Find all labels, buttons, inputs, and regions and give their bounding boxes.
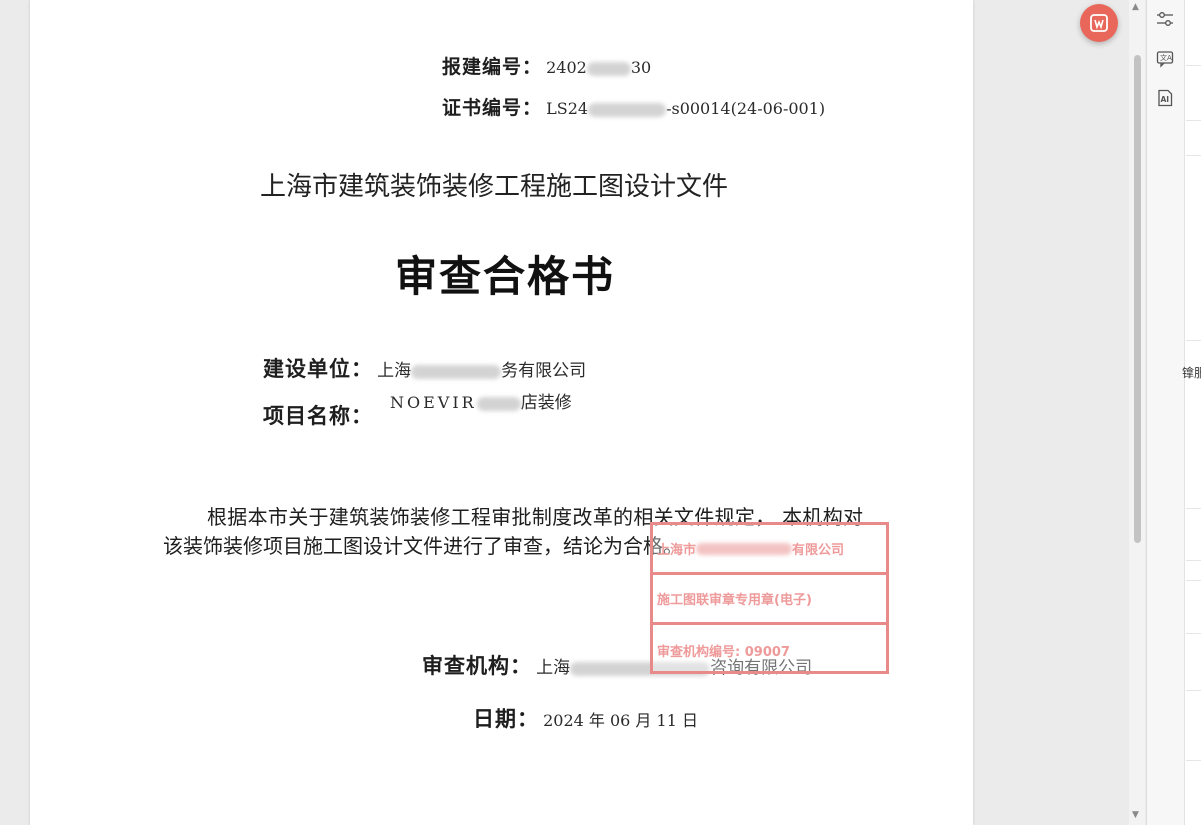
svg-text:文A: 文A bbox=[1160, 53, 1172, 62]
adjacent-pane-edge bbox=[1184, 0, 1201, 825]
builder-label: 建设单位 bbox=[263, 357, 351, 381]
divider bbox=[1186, 560, 1201, 561]
builder-value-end: 务有限公司 bbox=[501, 361, 587, 381]
date-label: 日期 bbox=[473, 707, 517, 731]
divider bbox=[1186, 690, 1201, 691]
cert-number-row: 证书编号： LS24 -s00014(24-06-001) bbox=[442, 93, 825, 120]
document-convert-icon bbox=[1090, 14, 1108, 32]
cert-number-start: LS24 bbox=[546, 99, 589, 118]
stamp-agency-number: 审查机构编号: 09007 bbox=[657, 644, 790, 660]
document-page: 报建编号： 2402 30 证书编号： LS24 -s00014(24-06-001… bbox=[30, 0, 973, 825]
floating-tool-button[interactable] bbox=[1080, 4, 1118, 42]
project-value-end: 店装修 bbox=[520, 393, 572, 413]
stamp-agency-name: 上海市 有限公司 bbox=[653, 525, 886, 575]
redaction-blur bbox=[476, 396, 521, 411]
edge-pane-text: 镎服 bbox=[1182, 366, 1201, 380]
colon: ： bbox=[522, 56, 542, 78]
settings-sliders-icon bbox=[1157, 12, 1173, 26]
divider bbox=[1186, 120, 1201, 121]
divider bbox=[1186, 580, 1201, 581]
divider bbox=[1186, 340, 1201, 341]
redaction-blur bbox=[411, 364, 502, 379]
project-label: 项目名称 bbox=[263, 404, 351, 428]
date-row: 日期： 2024 年 06 月 11 日 bbox=[473, 703, 698, 733]
redaction-blur bbox=[588, 102, 667, 117]
colon: ： bbox=[517, 707, 538, 731]
colon: ： bbox=[510, 654, 531, 678]
colon: ： bbox=[351, 404, 373, 428]
date-value: 2024 年 06 月 11 日 bbox=[543, 711, 698, 730]
svg-text:AI: AI bbox=[1161, 95, 1170, 104]
project-label-row: 项目名称： bbox=[263, 400, 373, 430]
permit-number-end: 30 bbox=[630, 58, 652, 77]
colon: ： bbox=[351, 357, 372, 381]
scroll-down-arrow[interactable]: ▼ bbox=[1132, 810, 1139, 820]
divider bbox=[1186, 633, 1201, 634]
permit-number-start: 2402 bbox=[546, 58, 587, 77]
redaction-blur bbox=[586, 61, 631, 76]
translate-button[interactable]: 文A bbox=[1154, 48, 1176, 70]
ai-icon: AI bbox=[1158, 89, 1173, 107]
stamp-seal-type: 施工图联审章专用章(电子) bbox=[653, 575, 886, 625]
scrollbar-thumb[interactable] bbox=[1134, 55, 1141, 543]
scroll-up-arrow[interactable]: ▲ bbox=[1132, 2, 1139, 12]
document-subtitle: 上海市建筑装饰装修工程施工图设计文件 bbox=[260, 172, 729, 202]
builder-row: 建设单位： 上海 务有限公司 bbox=[263, 353, 586, 383]
electronic-review-stamp: 上海市 有限公司 施工图联审章专用章(电子) 审查机构编号: 09007 bbox=[650, 522, 889, 674]
divider bbox=[1186, 508, 1201, 509]
right-tool-panel bbox=[1146, 0, 1185, 825]
permit-number-row: 报建编号： 2402 30 bbox=[442, 52, 651, 79]
builder-value-start: 上海 bbox=[377, 361, 412, 381]
ai-assistant-button[interactable]: AI bbox=[1154, 87, 1176, 109]
settings-sliders-button[interactable] bbox=[1154, 8, 1176, 30]
divider bbox=[1186, 65, 1201, 66]
redaction-blur bbox=[696, 542, 793, 555]
cert-number-end: -s00014(24-06-001) bbox=[666, 99, 826, 118]
agency-value-start: 上海 bbox=[536, 658, 571, 678]
project-value-start: NOEVIR bbox=[390, 393, 477, 412]
agency-label: 审查机构 bbox=[422, 654, 510, 678]
project-value: NOEVIR 店装修 bbox=[390, 388, 572, 413]
permit-number-label: 报建编号 bbox=[442, 56, 523, 78]
colon: ： bbox=[522, 97, 542, 119]
cert-number-label: 证书编号 bbox=[442, 97, 523, 119]
divider bbox=[1186, 760, 1201, 761]
translate-chat-icon: 文A bbox=[1156, 51, 1174, 68]
document-title: 审查合格书 bbox=[395, 252, 616, 301]
divider bbox=[1186, 155, 1201, 156]
